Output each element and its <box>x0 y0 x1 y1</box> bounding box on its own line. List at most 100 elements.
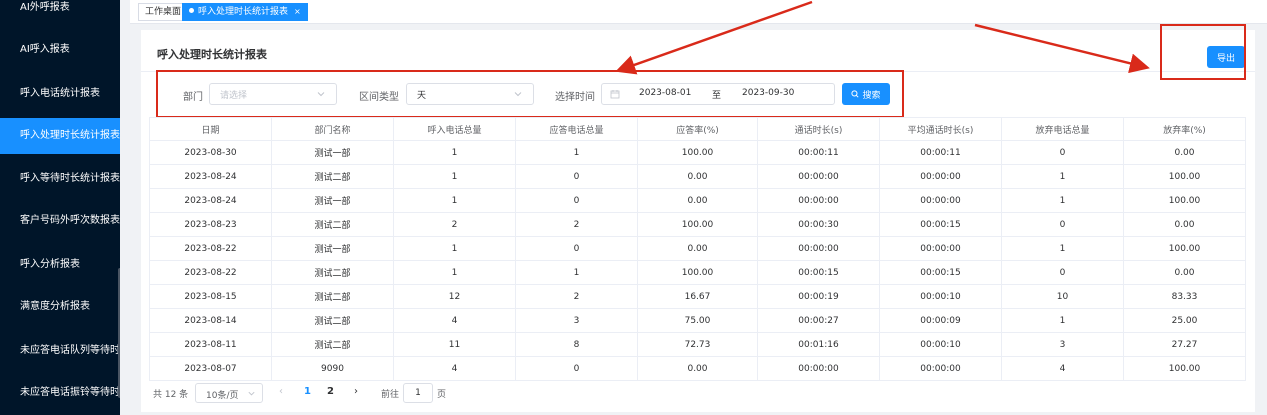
sidebar-item-inbound-analysis[interactable]: 呼入分析报表 <box>0 247 120 283</box>
chevron-down-icon <box>317 92 325 97</box>
table-cell: 0 <box>1001 140 1124 165</box>
table-row: 2023-08-11 测试二部 11 8 72.73 00:01:16 00:00:10 3 2… <box>149 332 1246 357</box>
page-suffix: 页 <box>437 390 447 400</box>
date-end[interactable]: 2023-09-30 <box>742 88 794 98</box>
table-cell: 00:00:11 <box>879 140 1002 165</box>
table-cell: 测试二部 <box>271 164 394 189</box>
table-row: 2023-08-14 测试二部 4 3 75.00 00:00:27 00:00:09 1 25… <box>149 308 1246 333</box>
search-button[interactable]: 搜索 <box>842 83 890 105</box>
table-cell: 测试二部 <box>271 260 394 285</box>
table-cell: 0 <box>515 356 638 381</box>
table-row: 2023-08-22 测试二部 1 1 100.00 00:00:15 00:00:15 0 0… <box>149 260 1246 285</box>
table-cell: 测试二部 <box>271 284 394 309</box>
table-cell: 4 <box>1001 356 1124 381</box>
table-cell: 0 <box>515 164 638 189</box>
sidebar-item-ai-inbound-report[interactable]: AI呼入报表 <box>0 32 120 68</box>
table-cell: 00:00:27 <box>757 308 880 333</box>
table-cell: 3 <box>1001 332 1124 357</box>
table-cell: 测试一部 <box>271 140 394 165</box>
annotation-box-export <box>1160 24 1246 80</box>
table-cell: 0.00 <box>637 164 758 189</box>
interval-select[interactable]: 天 <box>406 83 534 105</box>
sidebar-item-unanswered-ring-wait[interactable]: 未应答电话振铃等待时长 <box>0 375 120 411</box>
date-separator: 至 <box>712 91 722 101</box>
tab-workspace[interactable]: 工作桌面 <box>138 3 189 21</box>
table-cell: 25.00 <box>1123 308 1246 333</box>
column-header: 放弃率(%) <box>1123 117 1246 141</box>
table-cell: 0.00 <box>1123 260 1246 285</box>
table-cell: 1 <box>1001 164 1124 189</box>
dept-placeholder: 请选择 <box>220 91 248 101</box>
table-cell: 00:00:15 <box>757 260 880 285</box>
table-cell: 100.00 <box>1123 236 1246 261</box>
sidebar-item-satisfaction-analysis[interactable]: 满意度分析报表 <box>0 289 120 325</box>
dept-label: 部门 <box>183 92 203 103</box>
table-row: 2023-08-15 测试二部 12 2 16.67 00:00:19 00:00:10 10… <box>149 284 1246 309</box>
table-cell: 9090 <box>271 356 394 381</box>
table-cell: 11 <box>393 332 516 357</box>
table-cell: 72.73 <box>637 332 758 357</box>
table-cell: 0.00 <box>637 188 758 213</box>
table-cell: 00:00:10 <box>879 284 1002 309</box>
table-cell: 00:00:19 <box>757 284 880 309</box>
table-cell: 100.00 <box>637 212 758 237</box>
table-row: 2023-08-07 9090 4 0 0.00 00:00:00 00:00:00 4 100… <box>149 356 1246 381</box>
page-size-select[interactable]: 10条/页 <box>195 383 263 403</box>
table-cell: 1 <box>393 164 516 189</box>
date-range-picker[interactable]: 2023-08-01 至 2023-09-30 <box>601 83 835 105</box>
table-cell: 00:00:00 <box>757 236 880 261</box>
prev-page-button[interactable]: ‹ <box>279 386 283 397</box>
next-page-button[interactable]: › <box>354 386 358 397</box>
table-cell: 1 <box>1001 188 1124 213</box>
table-cell: 2023-08-30 <box>149 140 272 165</box>
table-cell: 1 <box>393 236 516 261</box>
sidebar-item-inbound-call-stats[interactable]: 呼入电话统计报表 <box>0 76 120 112</box>
table-cell: 测试二部 <box>271 308 394 333</box>
close-icon[interactable]: × <box>294 7 301 16</box>
sidebar-item-unanswered-queue-wait[interactable]: 未应答电话队列等待时长 <box>0 333 120 369</box>
sidebar-item-customer-outbound-count[interactable]: 客户号码外呼次数报表 <box>0 203 120 239</box>
table-cell: 00:00:00 <box>879 236 1002 261</box>
table-cell: 0.00 <box>637 356 758 381</box>
table-cell: 8 <box>515 332 638 357</box>
date-start[interactable]: 2023-08-01 <box>639 88 691 98</box>
table-cell: 1 <box>515 140 638 165</box>
table-cell: 0 <box>515 236 638 261</box>
goto-page-input[interactable] <box>403 383 433 403</box>
table-cell: 测试一部 <box>271 236 394 261</box>
sidebar-item-inbound-wait-time[interactable]: 呼入等待时长统计报表 <box>0 161 120 197</box>
page-title: 呼入处理时长统计报表 <box>157 48 267 61</box>
table-cell: 0.00 <box>1123 212 1246 237</box>
sidebar-scrollbar[interactable] <box>118 268 120 398</box>
report-card: 呼入处理时长统计报表 导出 部门 请选择 区间类型 天 选择时间 2023-08… <box>141 24 1255 412</box>
interval-label: 区间类型 <box>359 92 399 103</box>
table-cell: 83.33 <box>1123 284 1246 309</box>
goto-label: 前往 <box>381 390 400 400</box>
table-cell: 00:00:15 <box>879 260 1002 285</box>
active-dot-icon <box>189 8 194 13</box>
tab-label: 工作桌面 <box>145 7 182 17</box>
tab-inbound-handle-time[interactable]: 呼入处理时长统计报表 × <box>182 3 308 21</box>
sidebar-item-ai-outbound-report[interactable]: AI外呼报表 <box>0 0 120 26</box>
report-table: 日期 部门名称 呼入电话总量 应答电话总量 应答率(%) 通话时长(s) 平均通话时长(s)… <box>149 117 1246 381</box>
table-cell: 2023-08-15 <box>149 284 272 309</box>
column-header: 通话时长(s) <box>757 117 880 141</box>
chevron-down-icon <box>514 92 522 97</box>
table-cell: 0.00 <box>1123 140 1246 165</box>
pagination-total: 共 12 条 <box>153 390 189 400</box>
table-cell: 测试二部 <box>271 332 394 357</box>
table-cell: 100.00 <box>637 260 758 285</box>
table-cell: 00:00:10 <box>879 332 1002 357</box>
table-cell: 2023-08-07 <box>149 356 272 381</box>
page-number-1[interactable]: 1 <box>304 386 311 397</box>
column-header: 平均通话时长(s) <box>879 117 1002 141</box>
search-icon <box>851 90 860 98</box>
page-number-2[interactable]: 2 <box>327 386 334 397</box>
sidebar-item-inbound-handle-time[interactable]: 呼入处理时长统计报表 <box>0 118 120 154</box>
table-cell: 100.00 <box>637 140 758 165</box>
table-cell: 1 <box>515 260 638 285</box>
table-cell: 0 <box>1001 212 1124 237</box>
table-cell: 2 <box>515 284 638 309</box>
table-header-row: 日期 部门名称 呼入电话总量 应答电话总量 应答率(%) 通话时长(s) 平均通话时长(s)… <box>149 117 1246 141</box>
dept-select[interactable]: 请选择 <box>209 83 337 105</box>
